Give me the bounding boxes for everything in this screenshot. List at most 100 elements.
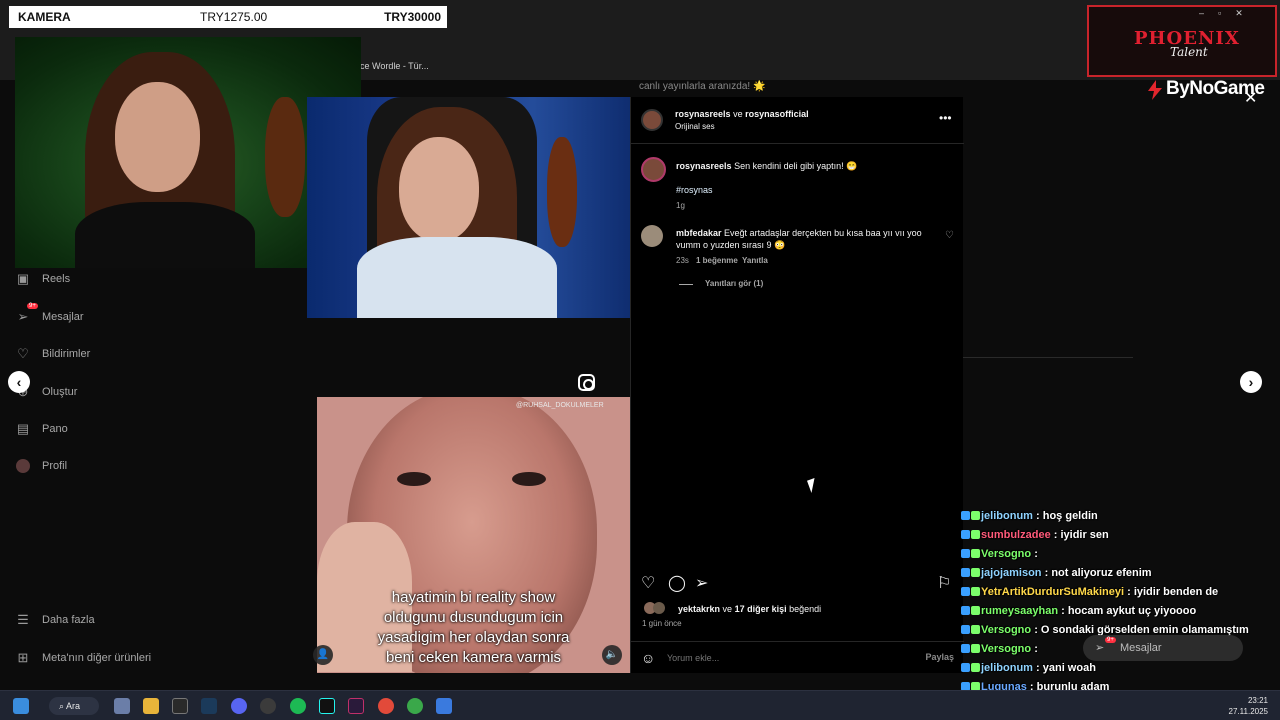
emoji-icon[interactable]: ☺ (641, 650, 655, 666)
divider (631, 143, 964, 144)
spotify-icon[interactable] (290, 698, 306, 714)
video-caption-line: oldugunu dusundugum icin (383, 609, 564, 626)
chat-username[interactable]: rumeysaayhan (981, 605, 1058, 617)
steam-icon[interactable] (201, 698, 217, 714)
caption-hashtag[interactable]: #rosynas (676, 184, 713, 196)
tagged-users-icon[interactable]: 👤 (313, 645, 333, 665)
chat-badge-icon (971, 625, 980, 634)
next-post-button[interactable]: › (1240, 371, 1262, 393)
liked-by-suffix: beğendi (789, 604, 822, 614)
audio-label[interactable]: Orijinal ses (675, 122, 715, 131)
window-controls[interactable]: –▫✕ (1199, 8, 1257, 19)
comment-username[interactable]: mbfedakar (676, 228, 722, 238)
chat-badge-icon (971, 644, 980, 653)
epic-games-icon[interactable] (172, 698, 188, 714)
comment-input[interactable] (667, 650, 907, 666)
caption-username[interactable]: rosynasreels (676, 161, 732, 171)
sidebar-item-reels[interactable]: ▣ Reels (15, 271, 70, 287)
team-logo-sub: Talent (1170, 45, 1208, 59)
liker-username[interactable]: yektakrkn (678, 604, 720, 614)
chat-message: Versogno : (961, 643, 1038, 662)
sidebar-item-label: Pano (42, 423, 68, 435)
grid-icon: ⊞ (17, 650, 29, 665)
messages-icon: ➢ 9+ (17, 303, 38, 324)
chat-text: : iyidir sen (1053, 529, 1109, 541)
chrome-icon[interactable] (378, 698, 394, 714)
price-label: KAMERA (18, 10, 71, 24)
liked-by-others[interactable]: 17 diğer kişi (735, 604, 787, 614)
clock-time: 23:21 (1247, 696, 1268, 705)
comment: mbfedakar Eveğt artadaşlar derçekten bu … (676, 227, 926, 251)
messages-pill[interactable]: ➢ 9+ Mesajlar (1083, 635, 1243, 661)
replies-line (679, 284, 693, 285)
chat-message: Versogno : (961, 548, 1038, 567)
calculator-icon[interactable] (114, 698, 130, 714)
taskbar-search[interactable]: ⌕ Ara (49, 697, 99, 715)
chat-username[interactable]: jelibonum (981, 510, 1033, 522)
comment-avatar[interactable] (641, 225, 663, 247)
caption-avatar[interactable] (641, 157, 666, 182)
share-button[interactable]: Paylaş (925, 652, 954, 662)
sidebar-item-messages[interactable]: ➢ 9+ Mesajlar (15, 303, 84, 325)
chat-badge-icon (971, 530, 980, 539)
more-options-icon[interactable]: ••• (939, 111, 952, 125)
tiktok-icon[interactable] (319, 698, 335, 714)
sidebar-item-label: Meta'nın diğer ürünleri (42, 652, 152, 664)
video-caption: hayatimin bi reality show oldugunu dusun… (317, 588, 630, 668)
start-icon[interactable] (13, 698, 29, 714)
chat-badge-icon (971, 549, 980, 558)
sidebar-item-more[interactable]: ☰ Daha fazla (15, 612, 95, 628)
chat-username[interactable]: Versogno (981, 624, 1031, 636)
obs-icon[interactable] (260, 698, 276, 714)
comment-reply-button[interactable]: Yanıtla (742, 256, 768, 265)
sponsor-logo-mark (1148, 80, 1162, 100)
chat-username[interactable]: sumbulzadee (981, 529, 1051, 541)
chat-username[interactable]: jajojamison (981, 567, 1042, 579)
sidebar-item-label: Daha fazla (42, 614, 95, 626)
sidebar-item-meta-products[interactable]: ⊞ Meta'nın diğer ürünleri (15, 650, 152, 666)
system-clock[interactable]: 23:21 27.11.2025 (1229, 695, 1268, 717)
volume-icon[interactable]: 🔈 (602, 645, 622, 665)
bookmark-icon[interactable]: ⚐ (937, 573, 951, 593)
sidebar-item-label: Oluştur (42, 386, 78, 398)
video-caption-line: beni ceken kamera varmis (385, 649, 562, 666)
app-icon[interactable] (436, 698, 452, 714)
author-avatar[interactable] (641, 109, 663, 131)
profile-icon (15, 458, 31, 474)
app-icon[interactable] (348, 698, 364, 714)
browser-tab-title[interactable]: ce Wordle - Tür... (360, 61, 429, 71)
sidebar-item-dashboard[interactable]: ▤ Pano (15, 421, 68, 437)
chat-badge-icon (961, 530, 970, 539)
chat-badge-icon (961, 511, 970, 520)
comment-icon[interactable]: ◯ (668, 573, 686, 593)
chat-username[interactable]: YetrArtikDurdurSuMakineyi (981, 586, 1124, 598)
dashboard-icon: ▤ (16, 421, 30, 436)
chat-username[interactable]: Versogno (981, 548, 1031, 560)
messages-pill-label: Mesajlar (1120, 642, 1162, 654)
video-watermark: @RUHSAL_DOKULMELER (516, 402, 604, 409)
share-icon[interactable]: ➢ (695, 573, 708, 593)
author-username[interactable]: rosynasreels (675, 109, 731, 119)
chrome-icon[interactable] (407, 698, 423, 714)
like-icon[interactable]: ♡ (641, 573, 655, 593)
view-replies-button[interactable]: Yanıtları gör (1) (705, 279, 763, 288)
coauthor-username[interactable]: rosynasofficial (745, 109, 809, 119)
chat-badge-icon (971, 511, 980, 520)
previous-post-button[interactable]: ‹ (8, 371, 30, 393)
sidebar-item-profile[interactable]: Profil (15, 458, 67, 474)
chat-text: : yani woah (1036, 662, 1096, 674)
chat-text: : (1034, 548, 1038, 560)
sidebar-item-notifications[interactable]: ♡ Bildirimler (15, 346, 90, 362)
comment-like-icon[interactable]: ♡ (945, 230, 954, 241)
post-date: 1 gün önce (642, 619, 682, 628)
folder-icon[interactable] (143, 698, 159, 714)
chat-username[interactable]: jelibonum (981, 662, 1033, 674)
chat-username[interactable]: Versogno (981, 643, 1031, 655)
comment-likes[interactable]: 1 beğenme (696, 256, 738, 265)
video-caption-line: yasadigim her olaydan sonra (377, 629, 570, 646)
chat-text: : (1034, 643, 1038, 655)
divider (963, 357, 1133, 358)
discord-icon[interactable] (231, 698, 247, 714)
chat-text: : hocam aykut uç yiyoooo (1061, 605, 1197, 617)
search-icon: ⌕ (59, 701, 67, 711)
